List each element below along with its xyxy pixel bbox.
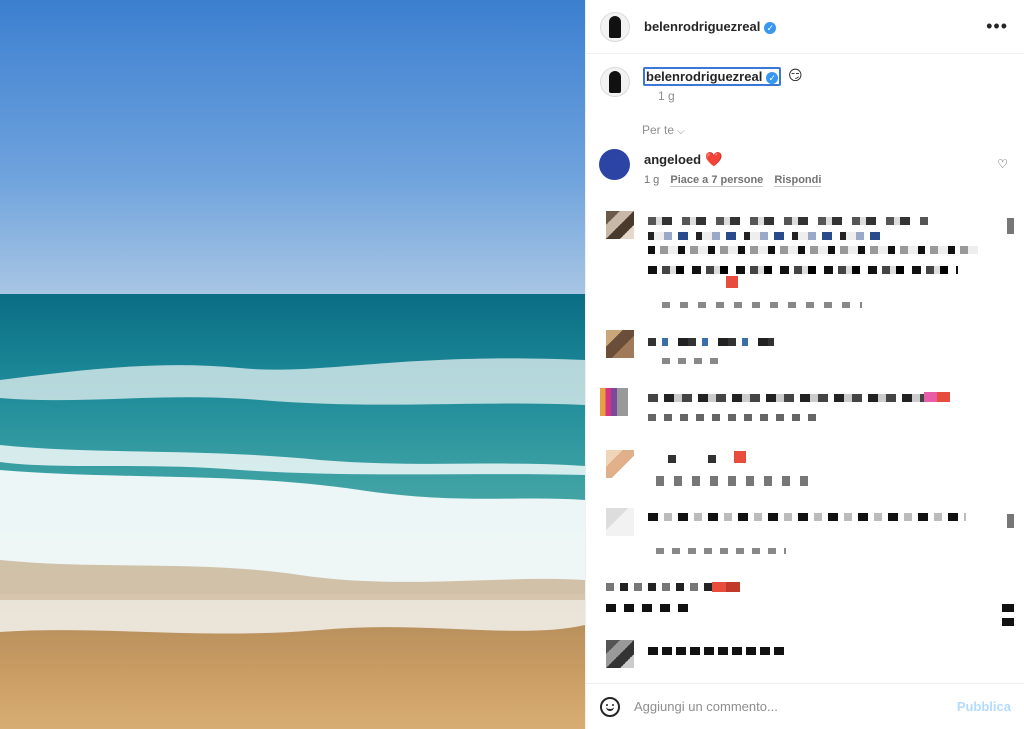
comment-meta: 1 g Piace a 7 persone Rispondi: [644, 174, 829, 187]
redacted-text: [648, 338, 774, 346]
redacted-text: [648, 266, 958, 274]
author-username[interactable]: belenrodriguezreal ✓: [644, 19, 777, 34]
redacted-scrollbar: [1007, 514, 1014, 528]
redacted-avatar: [606, 330, 634, 358]
chevron-down-icon: ⌵: [677, 126, 685, 137]
comment-text: ❤️: [705, 151, 723, 167]
comment-time: 1 g: [644, 174, 660, 186]
post-header: belenrodriguezreal ✓ •••: [586, 0, 1024, 54]
author-username-text[interactable]: belenrodriguezreal: [644, 19, 760, 34]
commenter-avatar[interactable]: [599, 149, 630, 180]
verified-badge-icon: ✓: [766, 71, 779, 84]
author-avatar[interactable]: [600, 11, 630, 42]
caption-time: 1 g: [658, 89, 675, 103]
redacted-text: [726, 276, 738, 288]
comment-item: angeloed ❤️ 1 g Piace a 7 persone Rispond…: [599, 149, 1019, 191]
heart-icon[interactable]: ♡: [997, 157, 1008, 171]
comment-likes-link[interactable]: Piace a 7 persone: [670, 174, 764, 187]
redacted-scrollbar: [1002, 604, 1014, 626]
more-options-icon[interactable]: •••: [986, 17, 1008, 35]
sort-label: Per te: [642, 123, 675, 137]
redacted-avatar: [606, 211, 634, 239]
sort-dropdown[interactable]: Per te ⌵: [642, 123, 685, 137]
redacted-text: [648, 513, 966, 521]
redacted-text: [606, 604, 692, 612]
redacted-avatar: [606, 508, 634, 536]
redacted-avatar: [606, 640, 634, 668]
caption-username-text[interactable]: belenrodriguezreal: [646, 69, 762, 84]
redacted-text: [662, 358, 726, 364]
redacted-scrollbar: [1007, 218, 1014, 234]
redacted-text: [648, 455, 748, 463]
redacted-text: [648, 217, 928, 225]
comment-input[interactable]: [634, 699, 957, 714]
verified-badge-icon: ✓: [764, 21, 777, 34]
redacted-text: [648, 414, 818, 421]
caption-avatar[interactable]: [600, 67, 630, 97]
redacted-text: [662, 302, 862, 308]
comment-composer: Pubblica: [586, 683, 1024, 729]
redacted-avatar: [600, 388, 628, 416]
redacted-text: [648, 394, 948, 402]
beach-sea-image: [0, 0, 585, 729]
redacted-text: [734, 451, 746, 463]
redacted-text: [648, 246, 978, 254]
publish-button[interactable]: Pubblica: [957, 699, 1011, 714]
emoji-picker-icon[interactable]: [600, 696, 620, 717]
redacted-text: [712, 582, 740, 592]
commenter-username-row: angeloed ❤️: [644, 151, 723, 168]
redacted-text: [648, 647, 788, 655]
post-detail-panel: belenrodriguezreal ✓ ••• belenrodriguezre…: [585, 0, 1024, 729]
redacted-text: [656, 548, 786, 554]
commenter-username[interactable]: angeloed: [644, 152, 701, 167]
redacted-text: [656, 476, 816, 486]
redacted-text: [924, 392, 950, 402]
post-photo[interactable]: [0, 0, 585, 729]
redacted-text: [648, 232, 888, 240]
reply-button[interactable]: Rispondi: [774, 174, 822, 187]
caption-emoji: 😏: [788, 67, 803, 83]
caption-username[interactable]: belenrodriguezreal ✓: [643, 67, 782, 86]
redacted-avatar: [606, 450, 634, 478]
caption: belenrodriguezreal ✓ 😏 1 g: [600, 67, 1010, 107]
